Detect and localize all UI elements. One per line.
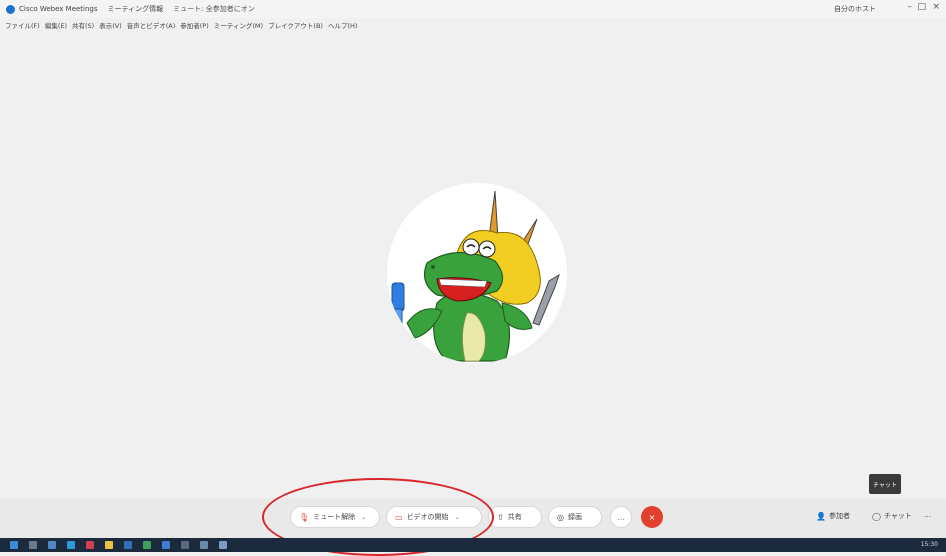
record-button[interactable]: ◎ 録画 [548, 506, 602, 528]
start-video-button[interactable]: ▭ ビデオの開始 ⌄ [386, 506, 482, 528]
menu-breakout[interactable]: ブレイクアウト(B) [268, 20, 323, 30]
participants-label: 参加者 [828, 512, 850, 520]
meeting-control-bar: 🎙 ミュート解除 ⌄ ▭ ビデオの開始 ⌄ ⇧ 共有 ◎ 録画 … × 👤 参加… [0, 498, 946, 538]
dragon-avatar-image [391, 190, 560, 362]
chevron-down-icon[interactable]: ⌄ [361, 514, 366, 521]
search-icon[interactable] [29, 541, 37, 549]
unmute-button[interactable]: 🎙 ミュート解除 ⌄ [290, 506, 380, 528]
chat-button[interactable]: ◯ チャット [872, 511, 912, 521]
chat-label: チャット [883, 512, 912, 520]
task-view-icon[interactable] [48, 541, 56, 549]
chat-tooltip: チャット [869, 474, 901, 494]
close-icon[interactable]: × [932, 2, 940, 12]
app-icon[interactable] [86, 541, 94, 549]
record-label: 録画 [567, 513, 582, 521]
menu-view[interactable]: 表示(V) [99, 20, 122, 30]
leave-meeting-button[interactable]: × [641, 506, 663, 528]
word-icon[interactable] [162, 541, 170, 549]
user-menu[interactable]: 自分のホスト [834, 4, 876, 14]
start-icon[interactable] [10, 541, 18, 549]
maximize-icon[interactable]: □ [917, 2, 926, 12]
edge-icon[interactable] [67, 541, 75, 549]
menu-file[interactable]: ファイル(F) [5, 20, 40, 30]
menu-share[interactable]: 共有(S) [72, 20, 94, 30]
windows-taskbar: 15:30 [0, 538, 946, 552]
app-icon[interactable] [181, 541, 189, 549]
chevron-down-icon[interactable]: ⌄ [455, 514, 460, 521]
webex-taskbar-icon[interactable] [219, 541, 227, 549]
store-icon[interactable] [143, 541, 151, 549]
more-options-button[interactable]: … [610, 506, 632, 528]
microphone-muted-icon: 🎙 [299, 512, 310, 522]
video-off-icon: ▭ [395, 512, 403, 522]
menu-participants[interactable]: 参加者(P) [180, 20, 209, 30]
unmute-label: ミュート解除 [313, 513, 356, 521]
person-icon: 👤 [816, 511, 826, 521]
menu-edit[interactable]: 編集(E) [45, 20, 67, 30]
menu-audio-video[interactable]: 音声とビデオ(A) [127, 20, 176, 30]
menu-help[interactable]: ヘルプ(H) [328, 20, 357, 30]
panel-overflow-button[interactable]: … [924, 511, 931, 519]
chat-bubble-icon: ◯ [872, 511, 881, 521]
system-clock: 15:30 [920, 541, 938, 548]
mute-status-text: ミュート: 全参加者にオン [173, 5, 255, 13]
share-icon: ⇧ [497, 512, 504, 522]
start-video-label: ビデオの開始 [406, 513, 449, 521]
participants-button[interactable]: 👤 参加者 [816, 511, 850, 521]
share-button[interactable]: ⇧ 共有 [488, 506, 542, 528]
record-icon: ◎ [557, 512, 564, 522]
folder-icon[interactable] [105, 541, 113, 549]
app-title: Cisco Webex Meetings [19, 5, 98, 13]
title-bar: Cisco Webex Meetings ミーティング情報 ミュート: 全参加者… [0, 0, 946, 18]
menu-meeting[interactable]: ミーティング(M) [214, 20, 263, 30]
share-label: 共有 [507, 513, 522, 521]
webex-logo-icon [6, 4, 15, 14]
participant-avatar [387, 183, 567, 363]
app-icon[interactable] [200, 541, 208, 549]
meeting-info-button[interactable]: ミーティング情報 [108, 4, 164, 14]
minimize-icon[interactable]: – [908, 2, 913, 12]
menu-bar: ファイル(F) 編集(E) 共有(S) 表示(V) 音声とビデオ(A) 参加者(… [0, 18, 946, 32]
mail-icon[interactable] [124, 541, 132, 549]
